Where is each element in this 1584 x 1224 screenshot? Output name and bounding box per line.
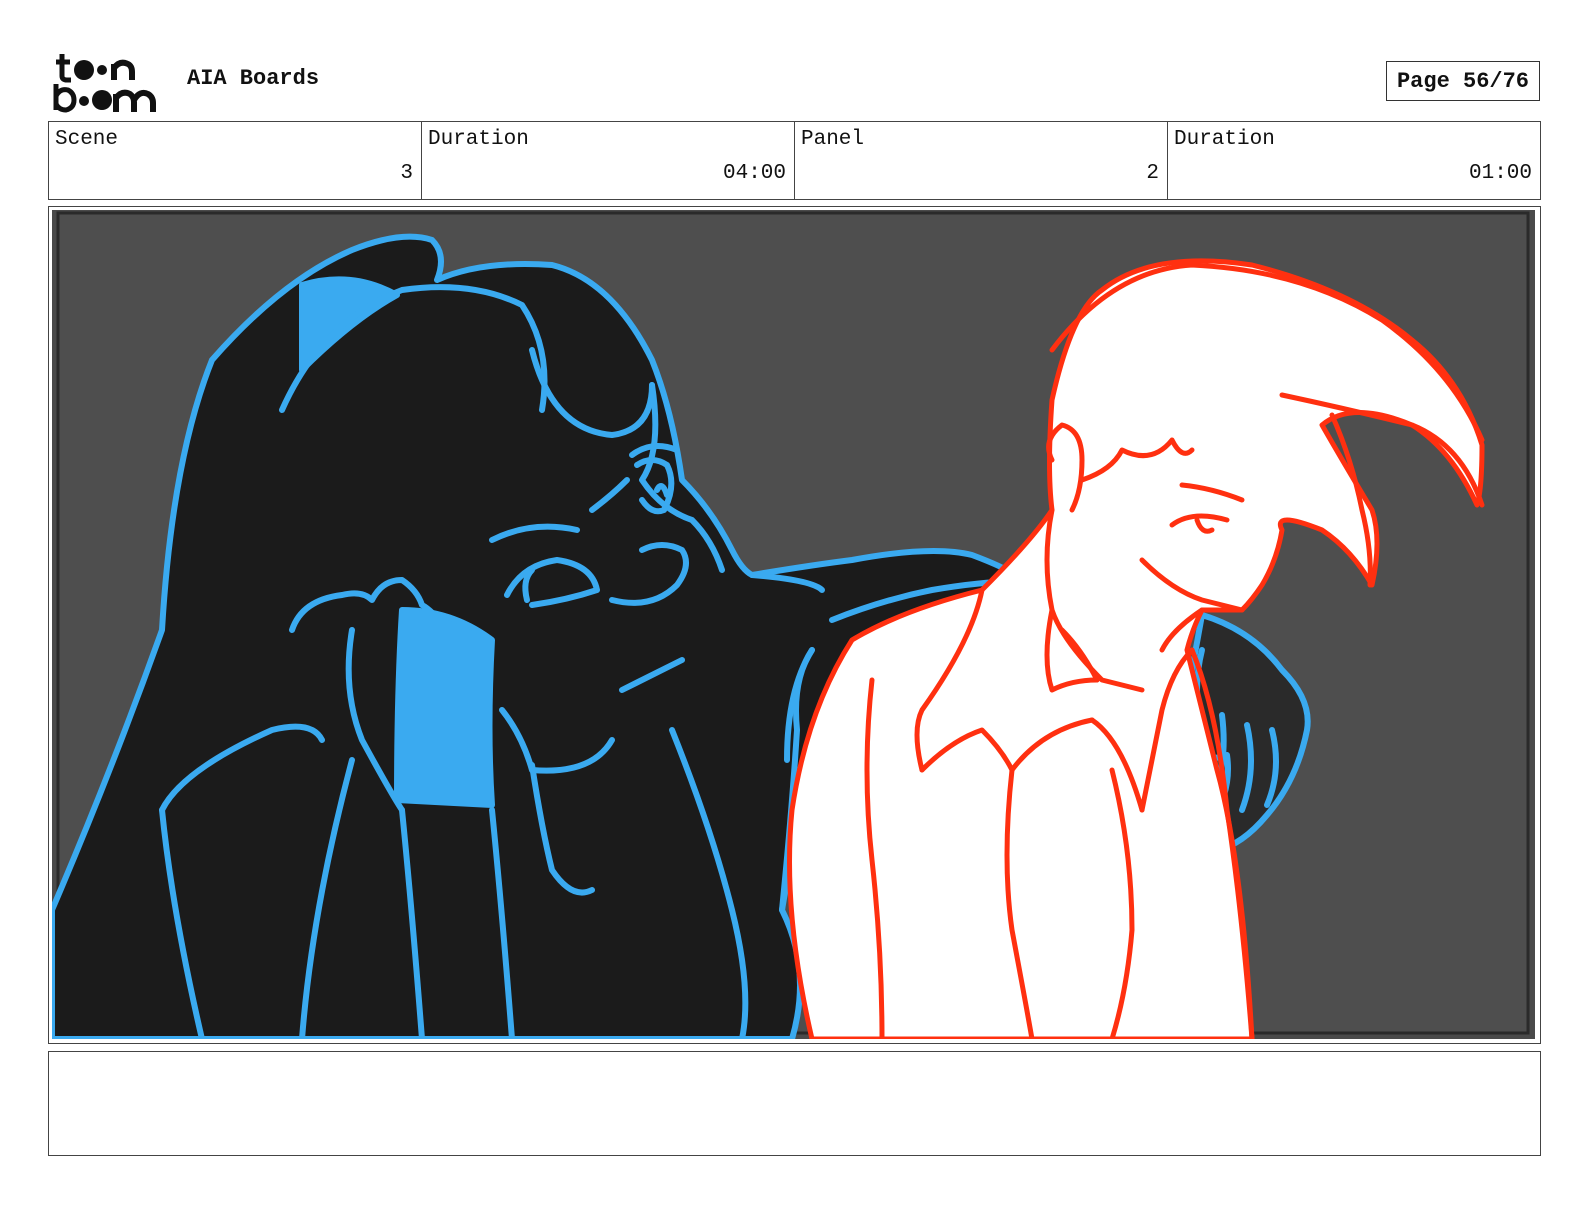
panel-value: 2 — [1146, 162, 1159, 185]
storyboard-panel-frame — [48, 206, 1541, 1044]
scene-cell: Scene 3 — [49, 122, 422, 199]
panel-notes-box[interactable] — [48, 1051, 1541, 1156]
scene-duration-value: 04:00 — [722, 162, 786, 185]
project-title: AIA Boards — [187, 66, 320, 91]
panel-info-table: Scene 3 Duration 04:00 Panel 2 Duration … — [48, 121, 1541, 200]
storyboard-panel-image — [52, 210, 1535, 1039]
scene-label: Scene — [55, 128, 119, 151]
scene-value: 3 — [400, 162, 413, 185]
panel-duration-value: 01:00 — [1468, 162, 1532, 185]
scene-duration-label: Duration — [428, 128, 529, 151]
panel-duration-cell: Duration 01:00 — [1168, 122, 1540, 199]
scene-duration-cell: Duration 04:00 — [422, 122, 795, 199]
panel-duration-label: Duration — [1174, 128, 1275, 151]
panel-cell: Panel 2 — [795, 122, 1168, 199]
panel-label: Panel — [801, 128, 865, 151]
page-indicator: Page 56/76 — [1386, 61, 1540, 101]
toon-boom-logo — [50, 50, 166, 114]
